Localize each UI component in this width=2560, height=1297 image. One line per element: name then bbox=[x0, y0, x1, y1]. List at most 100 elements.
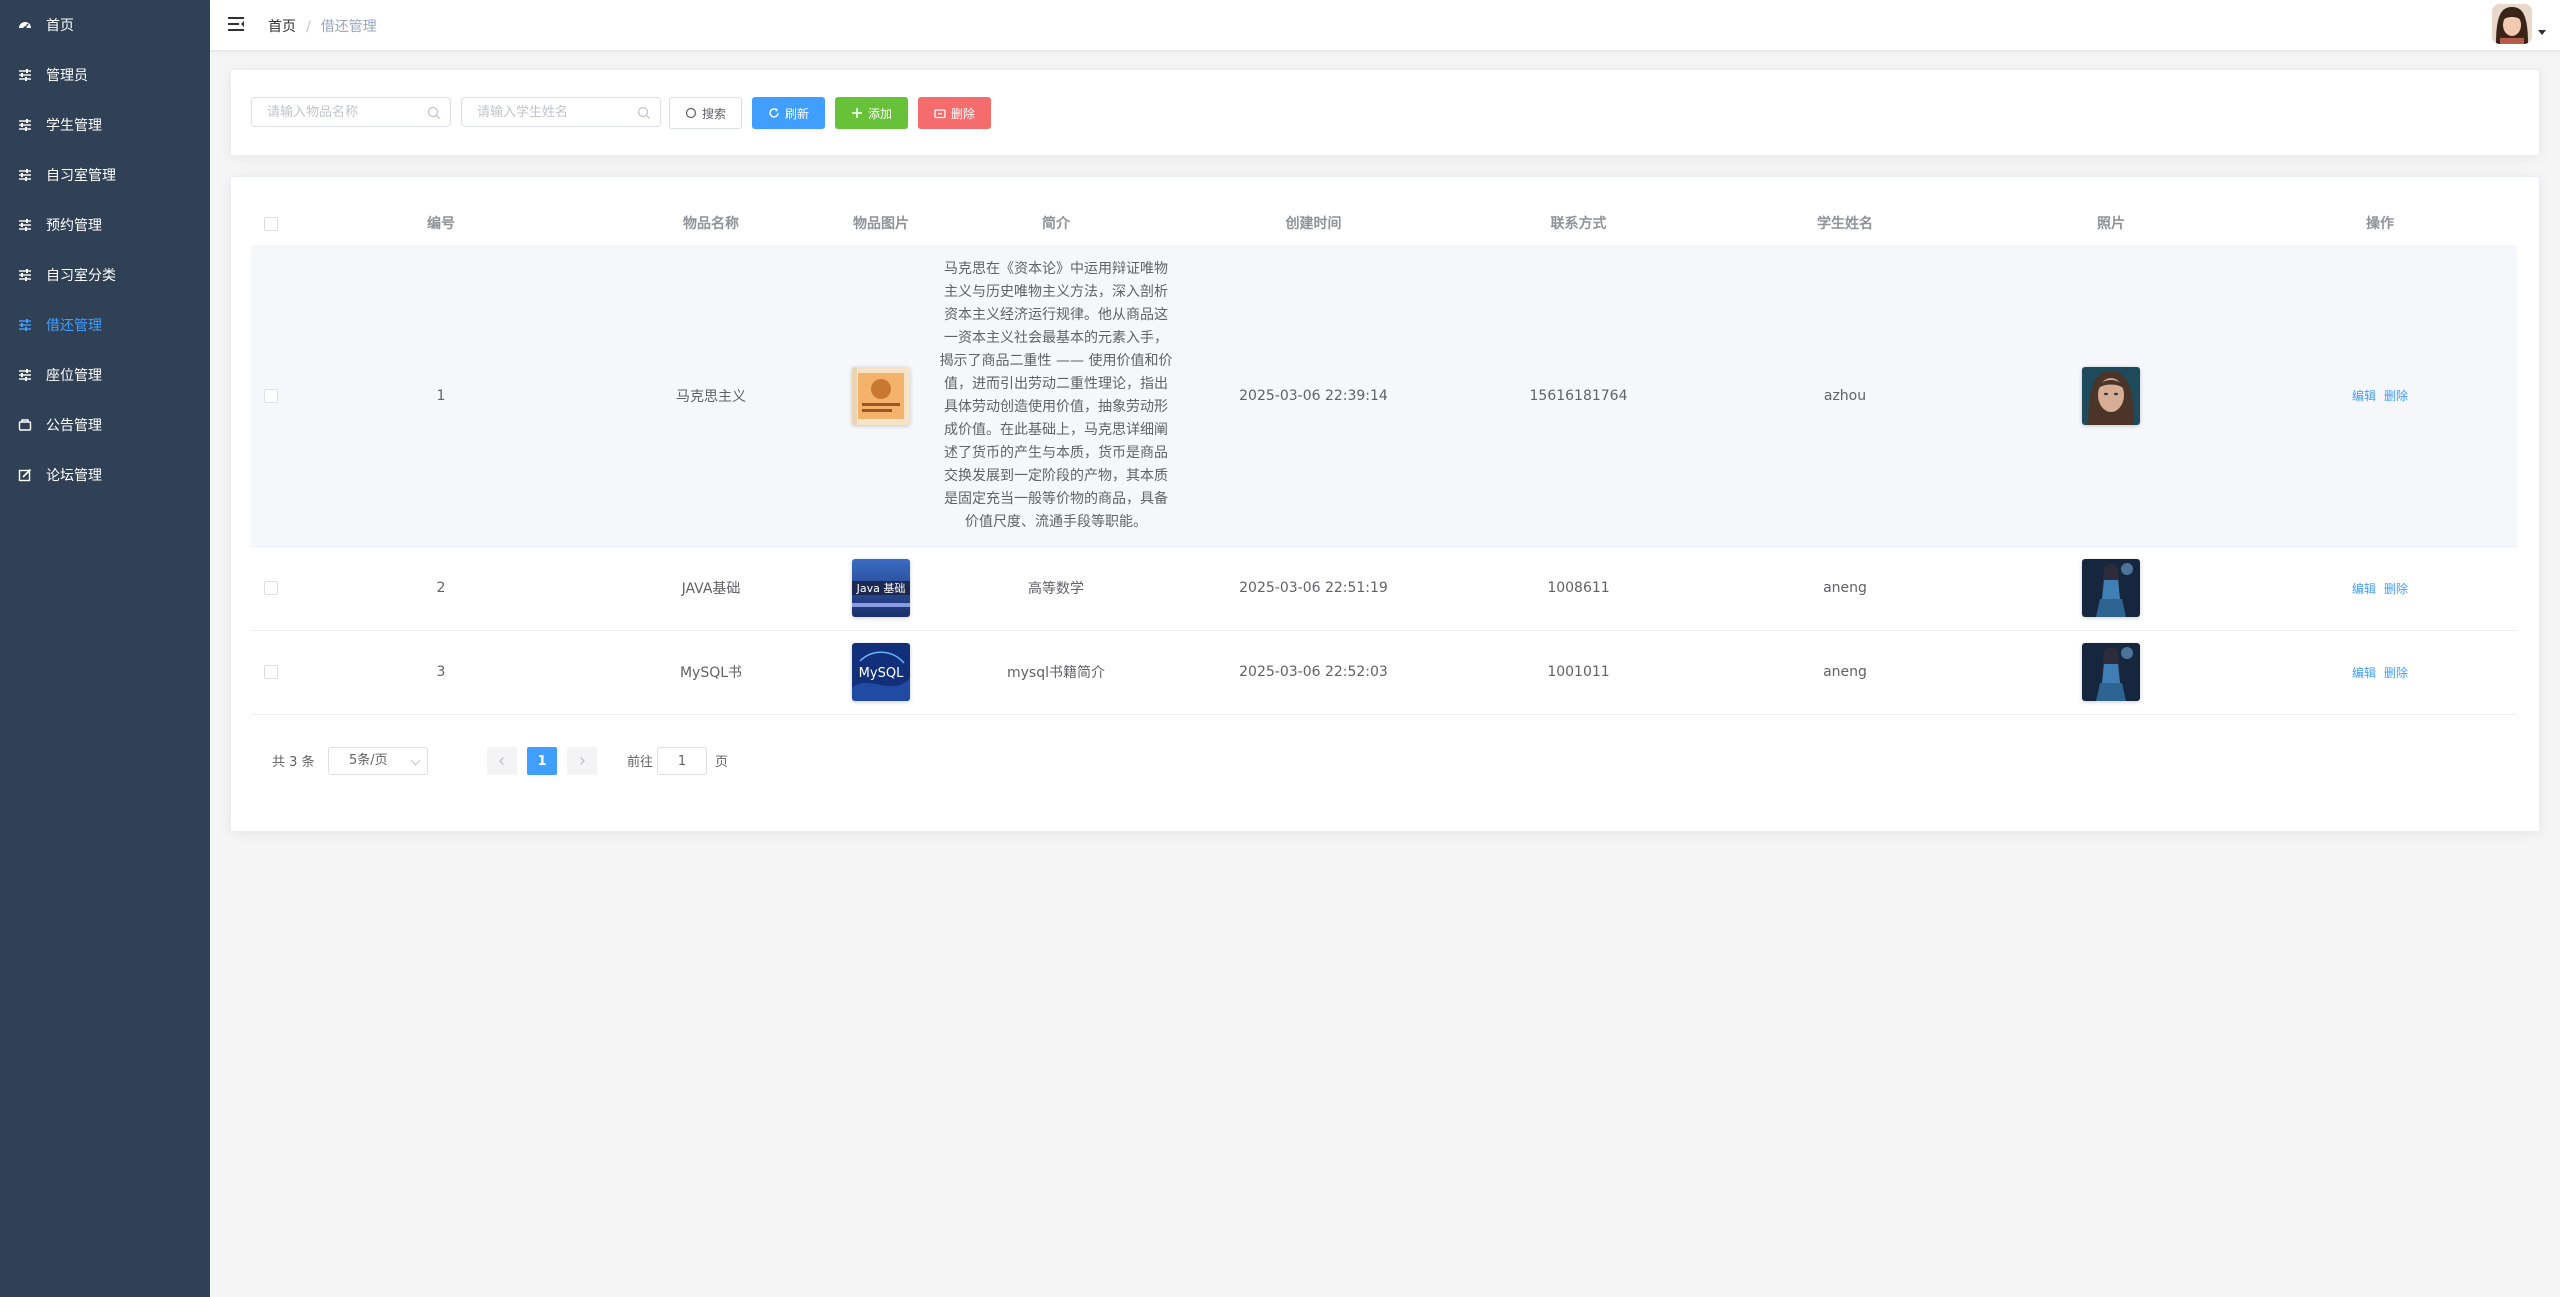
row-created: 2025-03-06 22:52:03 bbox=[1239, 664, 1388, 680]
row-item-image-cell bbox=[831, 245, 931, 546]
page-size-select[interactable]: 5条/页 bbox=[328, 747, 428, 775]
sidebar-item-label: 首页 bbox=[46, 18, 74, 34]
row-id: 1 bbox=[436, 387, 446, 404]
edit-button[interactable]: 编辑 bbox=[2352, 387, 2376, 404]
item-name-search-field[interactable] bbox=[251, 97, 451, 127]
edit-icon bbox=[18, 468, 32, 482]
row-checkbox[interactable] bbox=[264, 388, 278, 403]
search-button[interactable]: 搜索 bbox=[669, 97, 742, 129]
delete-row-button[interactable]: 删除 bbox=[2384, 580, 2408, 597]
user-dropdown-caret-icon[interactable] bbox=[2538, 30, 2546, 35]
table-row[interactable]: 2 JAVA基础 Java 基础 高等数学 2025-03-06 22:51:1… bbox=[251, 546, 2517, 631]
row-item-image-cell: MySQL bbox=[831, 630, 931, 714]
column-header-created[interactable]: 创建时间 bbox=[1181, 203, 1446, 245]
item-image[interactable]: Java 基础 bbox=[852, 559, 910, 617]
row-student-name: aneng bbox=[1823, 580, 1867, 596]
row-item-name: MySQL书 bbox=[679, 665, 743, 681]
plus-icon bbox=[851, 108, 862, 118]
delete-row-button[interactable]: 删除 bbox=[2384, 664, 2408, 681]
sidebar-item-label: 自习室分类 bbox=[46, 268, 116, 284]
row-item-name: 马克思主义 bbox=[676, 388, 746, 405]
search-icon bbox=[685, 107, 697, 119]
table-header: 编号 物品名称 物品图片 简介 创建时间 联系方式 学生姓名 照片 操作 bbox=[251, 203, 2517, 246]
breadcrumb-home[interactable]: 首页 bbox=[268, 19, 296, 35]
column-header-student-name[interactable]: 学生姓名 bbox=[1711, 203, 1979, 245]
sidebar-item-reservations[interactable]: 预约管理 bbox=[0, 200, 210, 250]
row-actions: 编辑 删除 bbox=[2243, 546, 2517, 630]
column-header-description[interactable]: 简介 bbox=[931, 203, 1181, 245]
row-student-name: aneng bbox=[1823, 664, 1867, 680]
sliders-icon bbox=[18, 118, 32, 132]
row-id: 2 bbox=[436, 580, 446, 596]
student-name-search-input[interactable] bbox=[462, 98, 652, 126]
table-row[interactable]: 3 MySQL书 MySQL mysql书籍简介 2025-03-06 22:5… bbox=[251, 630, 2517, 715]
menu-toggle-icon[interactable] bbox=[226, 14, 246, 34]
sidebar-item-notices[interactable]: 公告管理 bbox=[0, 400, 210, 450]
refresh-button[interactable]: 刷新 bbox=[752, 97, 825, 129]
student-photo[interactable] bbox=[2082, 366, 2140, 425]
notice-icon bbox=[18, 418, 32, 432]
item-image-text: Java 基础 bbox=[856, 582, 906, 595]
row-checkbox[interactable] bbox=[264, 665, 278, 679]
edit-button[interactable]: 编辑 bbox=[2352, 580, 2376, 597]
add-button[interactable]: 添加 bbox=[835, 97, 908, 129]
refresh-icon bbox=[769, 108, 779, 118]
row-description: mysql书籍简介 bbox=[1007, 665, 1105, 681]
sliders-icon bbox=[18, 68, 32, 82]
select-all-checkbox[interactable] bbox=[264, 217, 278, 231]
item-image[interactable] bbox=[852, 366, 910, 425]
sliders-icon bbox=[18, 268, 32, 282]
table-row[interactable]: 1 马克思主义 马克思在《资本论》中运用辩证唯物主义与历史唯物主义方法，深入剖析… bbox=[251, 245, 2517, 547]
column-header-item-name[interactable]: 物品名称 bbox=[591, 203, 831, 245]
delete-row-button[interactable]: 删除 bbox=[2384, 387, 2408, 404]
row-actions: 编辑 删除 bbox=[2243, 630, 2517, 714]
sliders-icon bbox=[18, 318, 32, 332]
sidebar-item-borrow-return[interactable]: 借还管理 bbox=[0, 300, 210, 350]
item-name-search-input[interactable] bbox=[252, 98, 442, 126]
page-number-current[interactable]: 1 bbox=[527, 747, 557, 775]
column-header-actions[interactable]: 操作 bbox=[2243, 203, 2517, 245]
row-photo-cell bbox=[1979, 245, 2243, 546]
breadcrumb: 首页 / 借还管理 bbox=[268, 16, 377, 36]
student-photo[interactable] bbox=[2082, 643, 2140, 701]
search-bar-card: 搜索 刷新 添加 删除 bbox=[230, 69, 2540, 156]
next-page-button[interactable] bbox=[567, 747, 597, 775]
chevron-right-icon bbox=[580, 757, 585, 765]
delete-button-label: 删除 bbox=[950, 106, 975, 121]
sidebar-item-seats[interactable]: 座位管理 bbox=[0, 350, 210, 400]
column-header-item-image[interactable]: 物品图片 bbox=[831, 203, 931, 245]
row-created: 2025-03-06 22:39:14 bbox=[1239, 387, 1388, 404]
top-navbar: 首页 / 借还管理 bbox=[210, 0, 2560, 51]
sidebar-item-study-rooms[interactable]: 自习室管理 bbox=[0, 150, 210, 200]
student-photo[interactable] bbox=[2082, 559, 2140, 617]
item-image[interactable]: MySQL bbox=[852, 643, 910, 701]
user-avatar[interactable] bbox=[2492, 4, 2532, 44]
sidebar-item-students[interactable]: 学生管理 bbox=[0, 100, 210, 150]
page-unit-label: 页 bbox=[715, 755, 729, 770]
row-select-cell bbox=[251, 630, 291, 714]
goto-label: 前往 bbox=[627, 755, 654, 770]
goto-page-input[interactable] bbox=[657, 747, 707, 775]
row-created: 2025-03-06 22:51:19 bbox=[1239, 580, 1388, 596]
edit-button[interactable]: 编辑 bbox=[2352, 664, 2376, 681]
row-contact: 1008611 bbox=[1547, 580, 1610, 596]
sidebar-item-admin[interactable]: 管理员 bbox=[0, 50, 210, 100]
batch-delete-button[interactable]: 删除 bbox=[918, 97, 991, 129]
borrow-table-card: 编号 物品名称 物品图片 简介 创建时间 联系方式 学生姓名 照片 操作 1 马… bbox=[230, 176, 2540, 832]
column-header-photo[interactable]: 照片 bbox=[1979, 203, 2243, 245]
dashboard-icon bbox=[18, 18, 32, 32]
row-item-name: JAVA基础 bbox=[681, 581, 741, 597]
column-header-id[interactable]: 编号 bbox=[291, 203, 591, 245]
row-description-cell: 马克思在《资本论》中运用辩证唯物主义与历史唯物主义方法，深入剖析资本主义经济运行… bbox=[931, 245, 1181, 546]
page-size-value: 5条/页 bbox=[349, 753, 388, 768]
row-contact: 1001011 bbox=[1547, 664, 1610, 680]
row-checkbox[interactable] bbox=[264, 581, 278, 595]
sidebar-item-room-categories[interactable]: 自习室分类 bbox=[0, 250, 210, 300]
sliders-icon bbox=[18, 168, 32, 182]
sidebar-item-home[interactable]: 首页 bbox=[0, 0, 210, 50]
column-header-contact[interactable]: 联系方式 bbox=[1446, 203, 1711, 245]
student-name-search-field[interactable] bbox=[461, 97, 661, 127]
sidebar-item-forum[interactable]: 论坛管理 bbox=[0, 450, 210, 500]
prev-page-button[interactable] bbox=[487, 747, 517, 775]
select-all-cell bbox=[251, 203, 291, 245]
